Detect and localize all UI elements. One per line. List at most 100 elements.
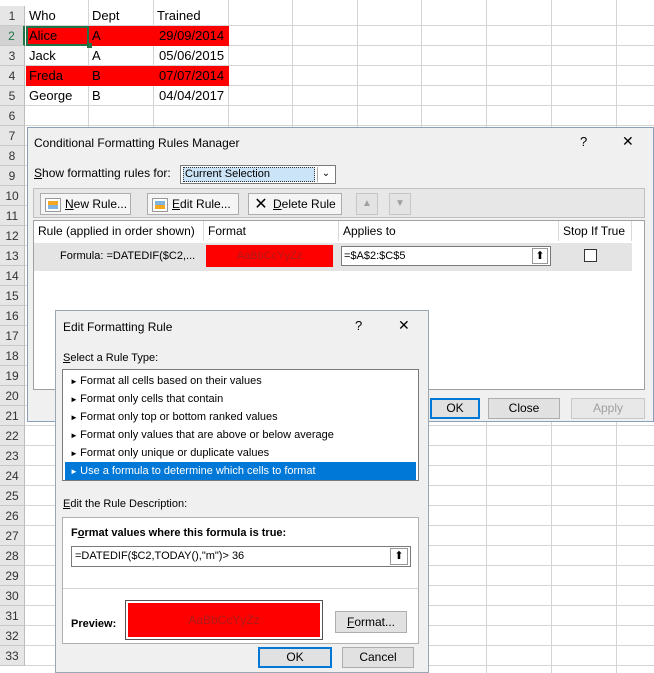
row-header[interactable]: 20 xyxy=(0,386,25,406)
row-header[interactable]: 17 xyxy=(0,326,25,346)
row-header[interactable]: 9 xyxy=(0,166,25,186)
close-icon[interactable]: ✕ xyxy=(622,133,634,150)
bullet-arrow-icon: ► xyxy=(70,431,81,440)
stop-if-true-checkbox[interactable] xyxy=(584,249,597,262)
help-button[interactable]: ? xyxy=(580,134,587,149)
row-header[interactable]: 33 xyxy=(0,646,25,666)
row-header[interactable]: 12 xyxy=(0,226,25,246)
divider xyxy=(63,588,418,589)
cell-c2[interactable]: 29/09/2014 xyxy=(154,26,229,46)
row-header[interactable]: 21 xyxy=(0,406,25,426)
row-header[interactable]: 28 xyxy=(0,546,25,566)
rule-type-item[interactable]: ► Format only top or bottom ranked value… xyxy=(65,408,416,426)
select-rule-type-label: Select a Rule Type: xyxy=(63,352,159,364)
row-header[interactable]: 29 xyxy=(0,566,25,586)
row-header[interactable]: 30 xyxy=(0,586,25,606)
rule-type-item[interactable]: ► Format all cells based on their values xyxy=(65,372,416,390)
row-header[interactable]: 24 xyxy=(0,466,25,486)
row-header[interactable]: 32 xyxy=(0,626,25,646)
cell-b4[interactable]: B xyxy=(89,66,154,86)
cell-a3[interactable]: Jack xyxy=(26,46,88,66)
row-header[interactable]: 11 xyxy=(0,206,25,226)
row-header[interactable]: 3 xyxy=(0,46,25,66)
chevron-down-icon: ⌄ xyxy=(317,167,334,182)
cancel-button[interactable]: Cancel xyxy=(342,647,414,668)
cell-c1[interactable]: Trained xyxy=(154,6,228,26)
row-header[interactable]: 8 xyxy=(0,146,25,166)
ok-button[interactable]: OK xyxy=(258,647,332,668)
rule-type-list[interactable]: ► Format all cells based on their values… xyxy=(62,369,419,481)
close-button[interactable]: Close xyxy=(488,398,560,419)
dialog-title: Conditional Formatting Rules Manager xyxy=(34,136,240,150)
cell-a4[interactable]: Freda xyxy=(26,66,89,86)
cell-c5[interactable]: 04/04/2017 xyxy=(154,86,229,106)
apply-button[interactable]: Apply xyxy=(571,398,645,419)
move-up-button[interactable]: ▲ xyxy=(356,193,378,215)
row-header[interactable]: 25 xyxy=(0,486,25,506)
help-button[interactable]: ? xyxy=(355,318,362,333)
ok-button[interactable]: OK xyxy=(430,398,480,419)
rule-description-panel: Format values where this formula is true… xyxy=(62,517,419,644)
dialog-title: Edit Formatting Rule xyxy=(63,320,173,334)
cell-a1[interactable]: Who xyxy=(26,6,88,26)
new-rule-icon xyxy=(45,197,61,212)
rule-type-item[interactable]: ► Format only values that are above or b… xyxy=(65,426,416,444)
row-header[interactable]: 27 xyxy=(0,526,25,546)
row-header[interactable]: 5 xyxy=(0,86,25,106)
collapse-dialog-icon[interactable]: ⬆ xyxy=(390,548,408,565)
show-rules-label: Show formatting rules for: xyxy=(34,166,171,180)
row-header[interactable]: 14 xyxy=(0,266,25,286)
row-header[interactable]: 23 xyxy=(0,446,25,466)
row-header[interactable]: 4 xyxy=(0,66,25,86)
edit-rule-button[interactable]: Edit Rule... xyxy=(147,193,239,215)
cell-a2[interactable]: Alice xyxy=(26,26,89,46)
rule-type-item[interactable]: ► Format only unique or duplicate values xyxy=(65,444,416,462)
row-header[interactable]: 6 xyxy=(0,106,25,126)
row-header[interactable]: 7 xyxy=(0,126,25,146)
edit-description-label: Edit the Rule Description: xyxy=(63,498,188,510)
bullet-arrow-icon: ► xyxy=(70,395,81,404)
rule-type-label: Format only values that are above or bel… xyxy=(80,429,334,441)
new-rule-button[interactable]: New Rule... xyxy=(40,193,131,215)
row-header[interactable]: 10 xyxy=(0,186,25,206)
cell-b3[interactable]: A xyxy=(89,46,153,66)
bullet-arrow-icon: ► xyxy=(70,413,81,422)
row-header[interactable]: 19 xyxy=(0,366,25,386)
rule-row[interactable]: Formula: =DATEDIF($C2,... AaBbCcYyZz =$A… xyxy=(34,243,632,271)
applies-to-field[interactable]: =$A$2:$C$5 ⬆ xyxy=(341,246,551,266)
show-rules-value: Current Selection xyxy=(183,167,315,182)
arrow-down-icon: ▼ xyxy=(395,198,405,209)
bullet-arrow-icon: ► xyxy=(70,449,81,458)
row-header[interactable]: 26 xyxy=(0,506,25,526)
formula-input[interactable]: =DATEDIF($C2,TODAY(),"m")> 36 ⬆ xyxy=(71,546,411,567)
row-header[interactable]: 15 xyxy=(0,286,25,306)
formula-label: Format values where this formula is true… xyxy=(71,527,287,539)
row-header[interactable]: 22 xyxy=(0,426,25,446)
cell-b1[interactable]: Dept xyxy=(89,6,153,26)
rule-type-item[interactable]: ► Use a formula to determine which cells… xyxy=(65,462,416,480)
show-rules-dropdown[interactable]: Current Selection ⌄ xyxy=(180,165,336,184)
cell-b5[interactable]: B xyxy=(89,86,153,106)
cell-b2[interactable]: A xyxy=(89,26,154,46)
rule-format-preview: AaBbCcYyZz xyxy=(206,245,333,267)
col-format-header: Format xyxy=(204,221,339,241)
row-header[interactable]: 18 xyxy=(0,346,25,366)
row-header[interactable]: 1 xyxy=(0,6,25,26)
cell-c4[interactable]: 07/07/2014 xyxy=(154,66,229,86)
delete-rule-button[interactable]: ✕ Delete Rule xyxy=(248,193,342,215)
collapse-dialog-icon[interactable]: ⬆ xyxy=(532,248,548,264)
close-icon[interactable]: ✕ xyxy=(398,317,410,334)
cell-a5[interactable]: George xyxy=(26,86,88,106)
row-header[interactable]: 31 xyxy=(0,606,25,626)
move-down-button[interactable]: ▼ xyxy=(389,193,411,215)
rule-type-label: Format only unique or duplicate values xyxy=(80,447,270,459)
row-header[interactable]: 2 xyxy=(0,26,25,46)
rule-type-item[interactable]: ► Format only cells that contain xyxy=(65,390,416,408)
row-header[interactable]: 16 xyxy=(0,306,25,326)
cell-c3[interactable]: 05/06/2015 xyxy=(154,46,229,66)
format-button[interactable]: Format... xyxy=(335,611,407,633)
rule-formula-text: Formula: =DATEDIF($C2,... xyxy=(60,250,196,262)
row-header[interactable]: 13 xyxy=(0,246,25,266)
edit-rule-icon xyxy=(152,197,168,212)
rule-type-label: Format only cells that contain xyxy=(80,393,224,405)
